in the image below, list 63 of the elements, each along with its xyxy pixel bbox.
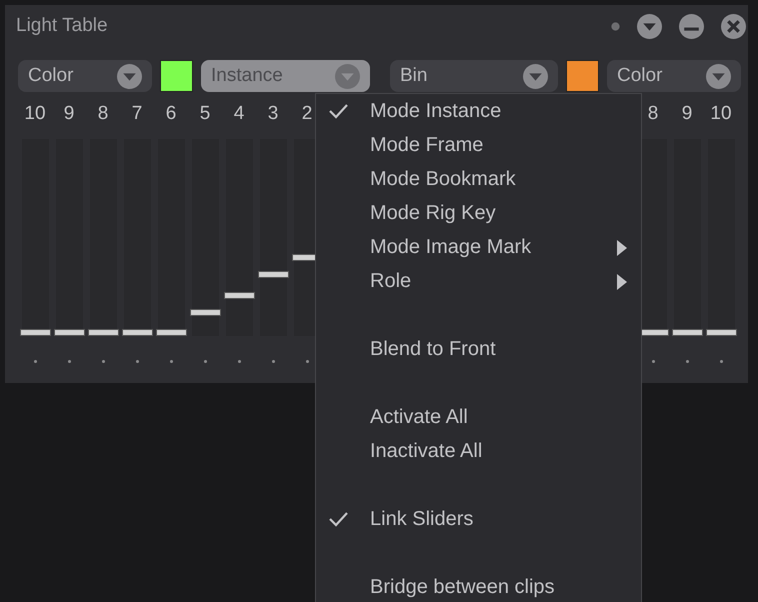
slider-handle[interactable] [224, 292, 254, 299]
menu-item[interactable]: Mode Frame [316, 128, 641, 162]
dot-marker [170, 360, 172, 363]
checkmark-icon [328, 103, 349, 119]
chevron-icon [706, 64, 731, 88]
slider-handle[interactable] [54, 329, 84, 336]
menu-item[interactable]: Mode Rig Key [316, 196, 641, 230]
slider-handle[interactable] [122, 329, 152, 336]
dropdown[interactable]: Color [18, 60, 152, 92]
dot-marker [68, 360, 70, 363]
menu-item[interactable]: Inactivate All [316, 434, 641, 468]
fader-number: 8 [648, 102, 658, 126]
dot-marker [34, 360, 36, 363]
close-icon[interactable] [721, 14, 746, 38]
menu-item[interactable]: Mode Bookmark [316, 162, 641, 196]
fader-number: 6 [166, 102, 176, 126]
color-swatch[interactable] [160, 60, 193, 92]
fader-number: 2 [302, 102, 312, 126]
slider-handle[interactable] [258, 271, 288, 278]
fader-number: 3 [268, 102, 278, 126]
dot-marker [238, 360, 240, 363]
dot-icon[interactable] [611, 22, 620, 30]
slider-handle[interactable] [190, 309, 220, 316]
window-title: Light Table [16, 15, 108, 37]
chevron-icon [117, 64, 142, 88]
menu-item[interactable]: Bridge between clips [316, 570, 641, 602]
fader-number: 10 [710, 102, 732, 126]
dot-marker [204, 360, 206, 363]
dropdown[interactable]: Color [607, 60, 741, 92]
dot-marker [102, 360, 104, 363]
fader-number: 4 [234, 102, 244, 126]
dot-marker [272, 360, 274, 363]
fader-number: 5 [200, 102, 210, 126]
color-swatch[interactable] [566, 60, 599, 92]
menu-item[interactable]: Role [316, 264, 641, 298]
slider-handle[interactable] [20, 329, 50, 336]
dot-marker [652, 360, 654, 363]
menu-item[interactable]: Blend to Front [316, 332, 641, 366]
dropdown-icon[interactable] [637, 14, 662, 38]
fader-number: 9 [682, 102, 692, 126]
slider-handle[interactable] [88, 329, 118, 336]
dropdown[interactable]: Bin [390, 60, 558, 92]
menu-item[interactable]: Mode Image Mark [316, 230, 641, 264]
fader-number: 9 [64, 102, 74, 126]
fader-number: 10 [24, 102, 46, 126]
dot-marker [720, 360, 722, 363]
dot-marker [686, 360, 688, 363]
fader-number: 8 [98, 102, 108, 126]
menu-item[interactable]: Link Sliders [316, 502, 641, 536]
dot-marker [306, 360, 308, 363]
menu-item[interactable]: Activate All [316, 400, 641, 434]
submenu-arrow-icon [617, 274, 627, 290]
fader-number: 7 [132, 102, 142, 126]
submenu-arrow-icon [617, 240, 627, 256]
slider-handle[interactable] [706, 329, 736, 336]
minimize-icon[interactable] [679, 14, 704, 38]
slider-handle[interactable] [156, 329, 186, 336]
chevron-icon [335, 64, 360, 88]
slider-handle[interactable] [672, 329, 702, 336]
chevron-icon [523, 64, 548, 88]
menu-item[interactable]: Mode Instance [316, 94, 641, 128]
dot-marker [136, 360, 138, 363]
checkmark-icon [328, 511, 349, 527]
